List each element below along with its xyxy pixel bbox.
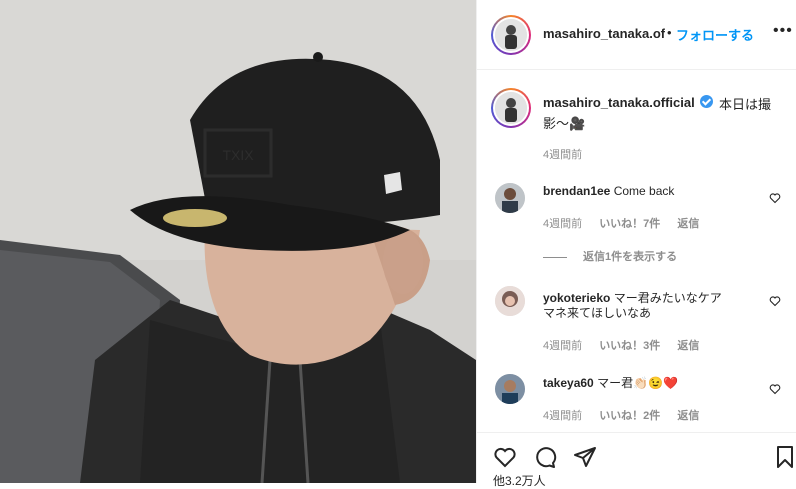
comment-time: 4週間前 bbox=[543, 340, 583, 352]
commenter-avatar[interactable] bbox=[495, 286, 525, 316]
commenter-avatar[interactable] bbox=[495, 374, 525, 404]
reply-button[interactable]: 返信 bbox=[677, 340, 699, 352]
bookmark-icon[interactable] bbox=[773, 445, 796, 469]
comment-likes[interactable]: いいね！3件 bbox=[599, 340, 660, 352]
post-header: masahiro_tanaka.of • フォローする ••• bbox=[477, 0, 796, 70]
comment-meta: 4週間前 いいね！3件 返信 bbox=[543, 337, 713, 353]
caption-text: 本日は撮 bbox=[719, 97, 772, 112]
commenter-avatar[interactable] bbox=[495, 183, 525, 213]
comment-meta: 4週間前 いいね！2件 返信 bbox=[543, 407, 713, 423]
comment-icon[interactable] bbox=[533, 445, 557, 469]
comment-likes[interactable]: いいね！2件 bbox=[599, 410, 660, 422]
svg-text:TXIX: TXIX bbox=[222, 147, 254, 163]
reply-button[interactable]: 返信 bbox=[677, 410, 699, 422]
commenter-avatar-image bbox=[495, 374, 525, 404]
comment: brendan1ee Come back bbox=[543, 181, 674, 201]
caption-time: 4週間前 bbox=[543, 149, 583, 161]
view-replies-button[interactable]: 返信1件を表示する bbox=[543, 248, 677, 264]
post-side-panel: masahiro_tanaka.of • フォローする ••• masahiro… bbox=[476, 0, 796, 488]
caption-avatar[interactable] bbox=[491, 88, 531, 128]
separator-dot: • bbox=[667, 25, 672, 40]
post-image: TXIX bbox=[0, 0, 476, 483]
avatar[interactable] bbox=[491, 15, 531, 55]
comment-text: Come back bbox=[613, 184, 675, 198]
follow-button[interactable]: フォローする bbox=[676, 25, 754, 44]
caption-username[interactable]: masahiro_tanaka.official bbox=[543, 95, 695, 110]
caption-text-continued: 影〜🎥 bbox=[543, 116, 586, 131]
comment-likes[interactable]: いいね！7件 bbox=[599, 218, 660, 230]
comment-like-heart-icon[interactable] bbox=[769, 382, 781, 395]
post-photo[interactable]: TXIX bbox=[0, 0, 476, 483]
verified-badge-icon bbox=[700, 95, 713, 108]
commenter-avatar-image bbox=[495, 183, 525, 213]
comment-like-heart-icon[interactable] bbox=[769, 191, 781, 204]
comment-text: マー君👏🏻😉❤️ bbox=[597, 376, 678, 390]
reply-button[interactable]: 返信 bbox=[677, 218, 699, 230]
comment-username[interactable]: brendan1ee bbox=[543, 184, 610, 198]
comment-time: 4週間前 bbox=[543, 218, 583, 230]
avatar-image bbox=[495, 19, 527, 51]
likes-summary[interactable]: 他3.2万人 bbox=[493, 472, 546, 489]
header-username[interactable]: masahiro_tanaka.of bbox=[543, 26, 665, 41]
comment-username[interactable]: takeya60 bbox=[543, 376, 594, 390]
commenter-avatar-image bbox=[495, 286, 525, 316]
heart-icon[interactable] bbox=[493, 445, 517, 469]
caption-avatar-image bbox=[495, 92, 527, 124]
share-icon[interactable] bbox=[573, 445, 597, 469]
more-options-icon[interactable]: ••• bbox=[773, 22, 793, 40]
comment-like-heart-icon[interactable] bbox=[769, 294, 781, 307]
comment-text-continued: マネ来てほしいなあ bbox=[543, 306, 652, 320]
comment-meta: 4週間前 いいね！7件 返信 bbox=[543, 215, 713, 231]
comment-time: 4週間前 bbox=[543, 410, 583, 422]
comment: takeya60 マー君👏🏻😉❤️ bbox=[543, 373, 678, 393]
